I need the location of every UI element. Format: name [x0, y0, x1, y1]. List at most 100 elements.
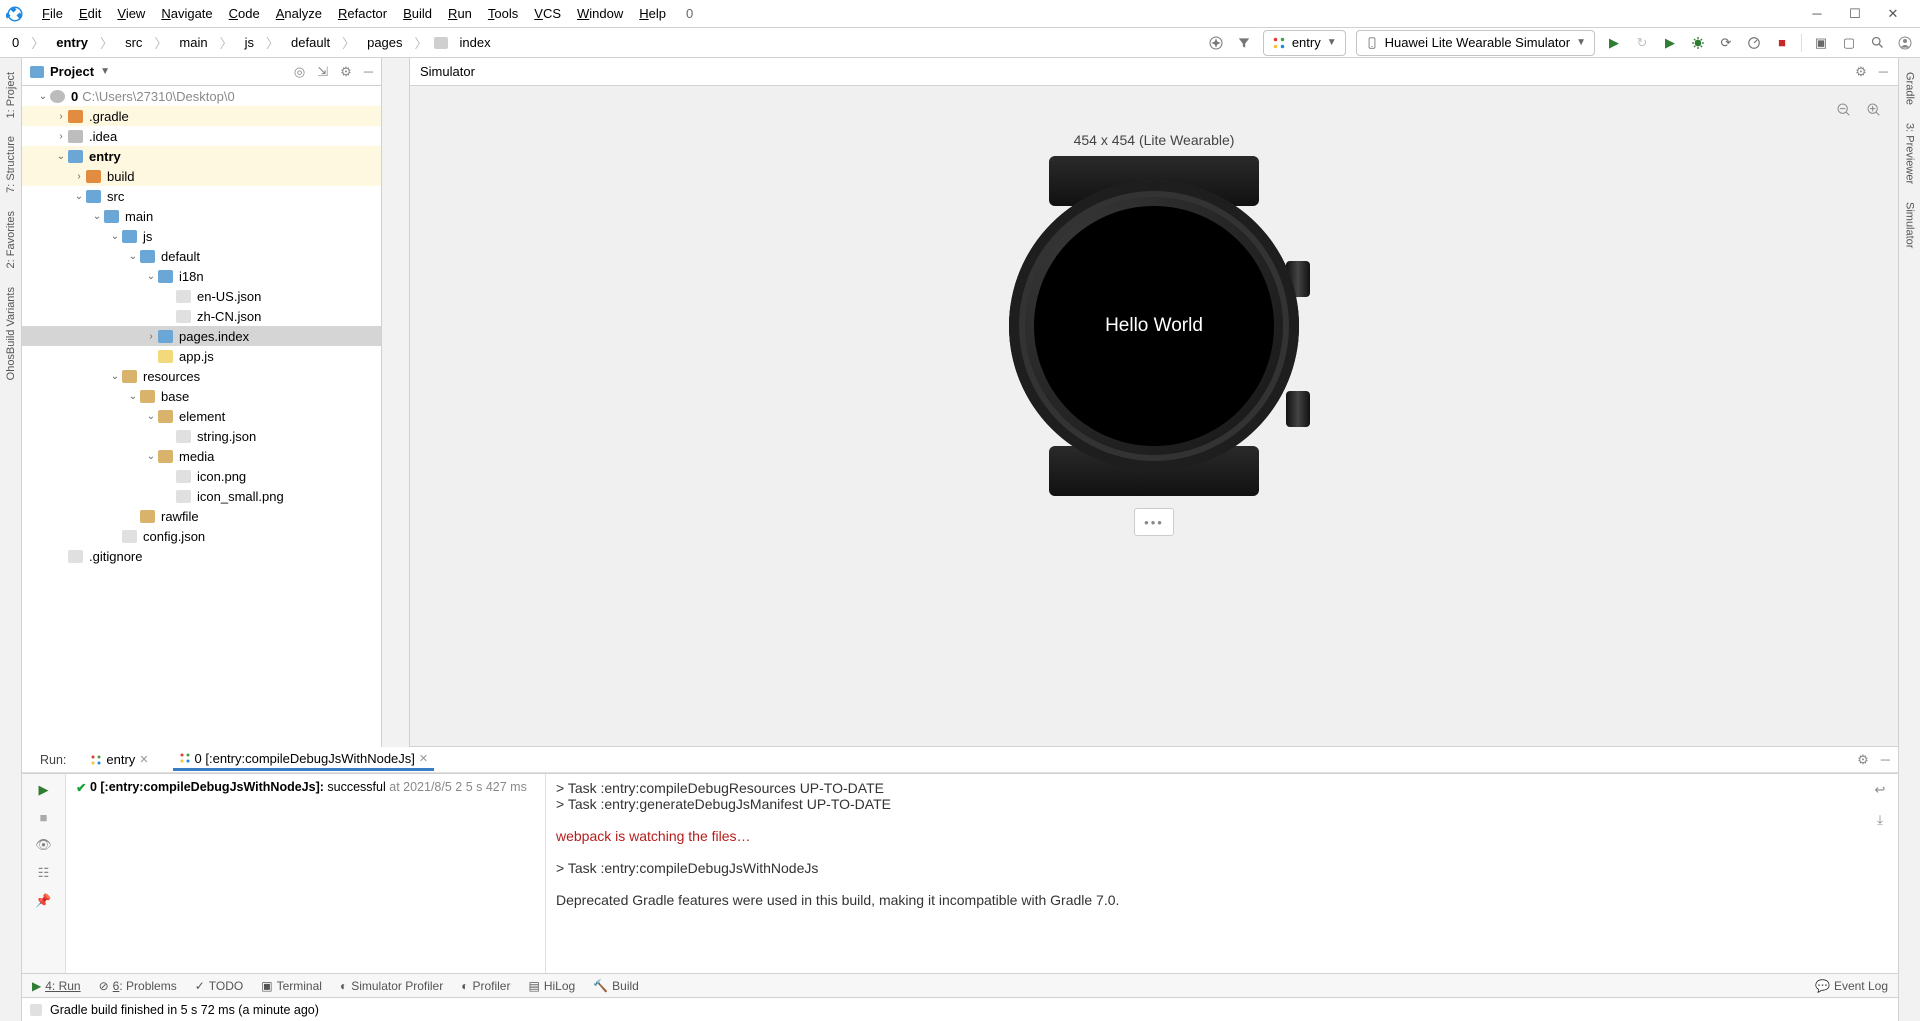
- tree-node[interactable]: ⌄main: [22, 206, 381, 226]
- stop-icon[interactable]: ■: [40, 810, 48, 825]
- tool-tab-6-problems[interactable]: ⊘6: Problems: [99, 979, 177, 993]
- event-log-tab[interactable]: 💬Event Log: [1815, 979, 1888, 993]
- compass-icon[interactable]: [1207, 34, 1225, 52]
- tree-node[interactable]: .gitignore: [22, 546, 381, 566]
- maximize-icon[interactable]: ☐: [1848, 7, 1862, 21]
- tool-tab-simulator-profiler[interactable]: ◐Simulator Profiler: [340, 979, 443, 993]
- gear-icon[interactable]: ⚙: [1855, 64, 1867, 80]
- expand-icon[interactable]: ⌄: [144, 411, 158, 422]
- expand-icon[interactable]: ⌄: [90, 211, 104, 222]
- module-dropdown[interactable]: entry ▼: [1263, 30, 1346, 56]
- collapse-icon[interactable]: ›: [72, 171, 86, 182]
- tool-tab-terminal[interactable]: ▣Terminal: [261, 979, 322, 993]
- close-tab-icon[interactable]: ✕: [139, 753, 148, 766]
- menu-vcs[interactable]: VCS: [526, 2, 569, 25]
- run-console[interactable]: > Task :entry:compileDebugResources UP-T…: [546, 774, 1862, 973]
- tree-node[interactable]: icon.png: [22, 466, 381, 486]
- gutter-tab-3-previewer[interactable]: 3: Previewer: [1904, 117, 1916, 190]
- run-tab[interactable]: 0 [:entry:compileDebugJsWithNodeJs]✕: [173, 749, 435, 771]
- collapse-icon[interactable]: ›: [54, 111, 68, 122]
- gutter-tab-2-favorites[interactable]: 2: Favorites: [5, 205, 17, 274]
- tree-node[interactable]: ›.gradle: [22, 106, 381, 126]
- menu-run[interactable]: Run: [440, 2, 480, 25]
- status-icon[interactable]: [30, 1004, 42, 1016]
- view-icon[interactable]: 👁: [35, 837, 52, 853]
- expand-icon[interactable]: ⌄: [126, 251, 140, 262]
- tool-tab-4-run[interactable]: ▶4: Run: [32, 979, 81, 993]
- account-icon[interactable]: [1896, 34, 1914, 52]
- tree-node[interactable]: ⌄js: [22, 226, 381, 246]
- gear-icon[interactable]: ⚙: [1857, 752, 1869, 768]
- tree-node[interactable]: ⌄media: [22, 446, 381, 466]
- zoom-out-icon[interactable]: [1836, 102, 1852, 118]
- tree-node[interactable]: icon_small.png: [22, 486, 381, 506]
- rerun-icon[interactable]: ↻: [1633, 34, 1651, 52]
- filter-icon[interactable]: [1235, 34, 1253, 52]
- debug-icon[interactable]: [1689, 34, 1707, 52]
- coverage-icon[interactable]: ⟳: [1717, 34, 1735, 52]
- tool-tab-todo[interactable]: ✓TODO: [195, 979, 244, 993]
- scroll-end-icon[interactable]: ⤓: [1877, 812, 1883, 828]
- tree-node[interactable]: ›pages.index: [22, 326, 381, 346]
- hide-icon[interactable]: ─: [364, 64, 373, 80]
- tree-node[interactable]: ⌄base: [22, 386, 381, 406]
- tree-node[interactable]: ⌄i18n: [22, 266, 381, 286]
- breadcrumb-seg[interactable]: entry: [50, 33, 94, 52]
- close-tab-icon[interactable]: ✕: [419, 752, 428, 765]
- tree-node[interactable]: string.json: [22, 426, 381, 446]
- tree-node[interactable]: ›build: [22, 166, 381, 186]
- debug-run-icon[interactable]: ▶: [1661, 34, 1679, 52]
- layout-icon[interactable]: ☷: [38, 865, 50, 881]
- pin-icon[interactable]: 📌: [35, 893, 51, 909]
- expand-icon[interactable]: ⌄: [144, 451, 158, 462]
- breadcrumb-seg[interactable]: 0: [6, 33, 25, 52]
- rerun-icon[interactable]: ▶: [39, 782, 49, 798]
- splitter[interactable]: [382, 58, 410, 747]
- breadcrumb-seg[interactable]: src: [119, 33, 148, 52]
- expand-icon[interactable]: ⌄: [108, 371, 122, 382]
- gutter-tab-ohosbuild-variants[interactable]: OhosBuild Variants: [5, 281, 17, 386]
- tree-node[interactable]: ⌄src: [22, 186, 381, 206]
- avd-icon[interactable]: ▣: [1812, 34, 1830, 52]
- menu-navigate[interactable]: Navigate: [153, 2, 220, 25]
- tool-tab-build[interactable]: 🔨Build: [593, 979, 639, 993]
- device-dropdown[interactable]: Huawei Lite Wearable Simulator ▼: [1356, 30, 1595, 56]
- tree-node[interactable]: ⌄default: [22, 246, 381, 266]
- tree-node[interactable]: zh-CN.json: [22, 306, 381, 326]
- menu-help[interactable]: Help: [631, 2, 674, 25]
- project-view-icon[interactable]: [30, 66, 44, 78]
- expand-icon[interactable]: ⌄: [72, 191, 86, 202]
- breadcrumb[interactable]: 0〉entry〉src〉main〉js〉default〉pages〉index: [6, 33, 497, 52]
- tree-node[interactable]: ⌄element: [22, 406, 381, 426]
- run-icon[interactable]: ▶: [1605, 34, 1623, 52]
- menu-window[interactable]: Window: [569, 2, 631, 25]
- close-icon[interactable]: ✕: [1886, 7, 1900, 21]
- breadcrumb-seg[interactable]: pages: [361, 33, 408, 52]
- zoom-in-icon[interactable]: [1866, 102, 1882, 118]
- expand-icon[interactable]: ⌄: [54, 151, 68, 162]
- tree-node[interactable]: ›.idea: [22, 126, 381, 146]
- gutter-tab-gradle[interactable]: Gradle: [1904, 66, 1916, 111]
- tool-tab-hilog[interactable]: ▤HiLog: [528, 979, 575, 993]
- expand-icon[interactable]: ⌄: [144, 271, 158, 282]
- menu-build[interactable]: Build: [395, 2, 440, 25]
- menu-code[interactable]: Code: [221, 2, 268, 25]
- expand-icon[interactable]: ⌄: [126, 391, 140, 402]
- watch-device[interactable]: Hello World: [994, 156, 1314, 496]
- collapse-icon[interactable]: ›: [144, 331, 158, 342]
- project-tree[interactable]: ⌄0 C:\Users\27310\Desktop\0›.gradle›.ide…: [22, 86, 381, 747]
- menu-edit[interactable]: Edit: [71, 2, 109, 25]
- stop-icon[interactable]: ■: [1773, 34, 1791, 52]
- tree-node[interactable]: config.json: [22, 526, 381, 546]
- search-icon[interactable]: [1868, 34, 1886, 52]
- tree-node[interactable]: en-US.json: [22, 286, 381, 306]
- menu-file[interactable]: File: [34, 2, 71, 25]
- expand-icon[interactable]: ⌄: [108, 231, 122, 242]
- hide-icon[interactable]: ─: [1881, 752, 1890, 768]
- watch-screen[interactable]: Hello World: [1034, 206, 1274, 446]
- chevron-down-icon[interactable]: ▼: [100, 66, 110, 77]
- gutter-tab-1-project[interactable]: 1: Project: [5, 66, 17, 124]
- minimize-icon[interactable]: ─: [1810, 7, 1824, 21]
- tree-node[interactable]: ⌄0 C:\Users\27310\Desktop\0: [22, 86, 381, 106]
- collapse-icon[interactable]: ⇲: [317, 64, 328, 80]
